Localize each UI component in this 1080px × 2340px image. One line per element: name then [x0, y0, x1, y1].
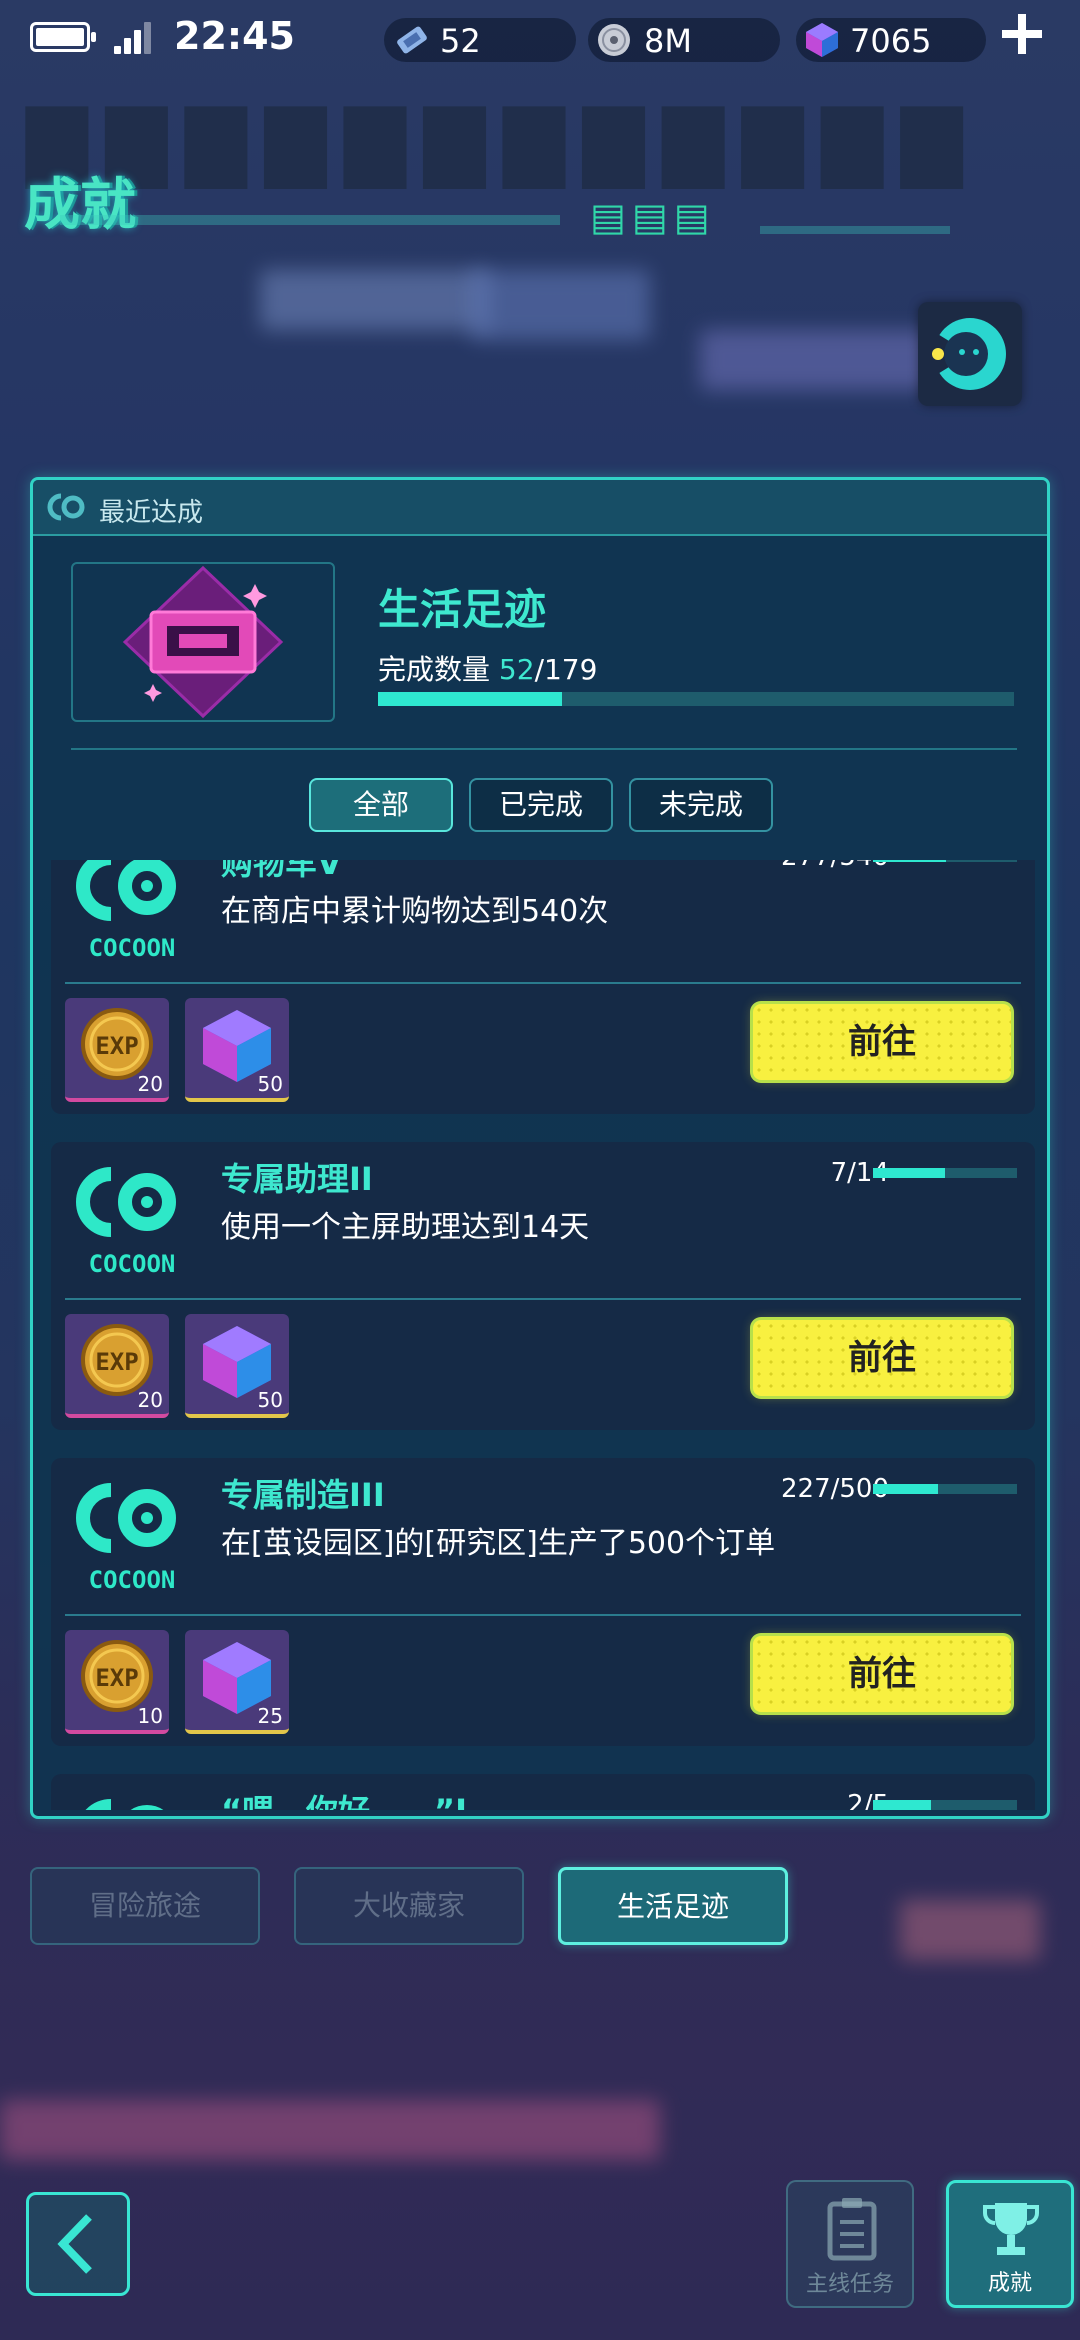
disc-icon	[598, 24, 630, 56]
completion-progress-bar	[378, 692, 1014, 706]
completion-count-total: /179	[534, 653, 598, 686]
ticket-resource[interactable]: 52	[384, 18, 576, 62]
tab-life-footprint[interactable]: 生活足迹	[558, 1867, 788, 1945]
achievement-name: 购物车V	[221, 860, 342, 882]
achievement-progress-bar	[873, 1800, 1017, 1810]
assistant-button[interactable]	[918, 302, 1022, 406]
achievement-progress-bar	[873, 860, 1017, 862]
achievements-button[interactable]: 成就	[946, 2180, 1074, 2308]
background-blur	[0, 2100, 660, 2160]
reward-quantity: 25	[257, 1704, 283, 1728]
completion-count-current: 52	[498, 653, 535, 686]
title-progress-line	[760, 226, 950, 234]
pacman-icon	[928, 318, 1006, 390]
go-button[interactable]: 前往	[753, 1004, 1011, 1080]
category-badge	[71, 562, 335, 722]
cassette-badge-icon	[122, 565, 284, 719]
recent-category-title: 生活足迹	[378, 585, 547, 634]
reward-exp[interactable]: EXP 20	[65, 998, 169, 1102]
main-quest-button[interactable]: 主线任务	[786, 2180, 914, 2308]
reward-quantity: 20	[137, 1388, 163, 1412]
card-divider	[65, 1614, 1021, 1616]
reward-exp[interactable]: EXP 20	[65, 1314, 169, 1418]
cocoon-small-icon	[47, 493, 85, 521]
achievement-list[interactable]: COCOON 购物车V在商店中累计购物达到540次277/540 EXP 20 …	[51, 860, 1035, 1810]
recent-header-label: 最近达成	[99, 498, 204, 528]
clipboard-icon	[827, 2198, 877, 2261]
panel-divider	[71, 748, 1017, 750]
cocoon-logo-icon: COCOON	[73, 860, 191, 964]
svg-text:COCOON: COCOON	[89, 1566, 176, 1594]
achievement-description: 在商店中累计购物达到540次	[221, 894, 609, 929]
filter-all[interactable]: 全部	[309, 778, 453, 832]
gem-resource[interactable]: 7065	[796, 18, 986, 62]
reward-gem[interactable]: 50	[185, 998, 289, 1102]
reward-gem[interactable]: 50	[185, 1314, 289, 1418]
filter-completed[interactable]: 已完成	[469, 778, 613, 832]
reward-quantity: 50	[257, 1388, 283, 1412]
add-currency-button[interactable]	[998, 10, 1046, 58]
go-button[interactable]: 前往	[753, 1320, 1011, 1396]
main-quest-label: 主线任务	[805, 2272, 894, 2297]
background-blur	[900, 1900, 1040, 1960]
tab-adventure[interactable]: 冒险旅途	[30, 1867, 260, 1945]
achievement-card: COCOON “喂，你好……”I2/5	[51, 1774, 1035, 1810]
gem-icon	[806, 23, 838, 57]
achievement-card: COCOON 专属制造III 在[茧设园区]的[研究区]生产了500个订单 227/…	[51, 1458, 1035, 1746]
card-divider	[65, 1298, 1021, 1300]
svg-text:COCOON: COCOON	[89, 934, 176, 962]
title-decoration-small: ▤▤▤	[590, 195, 716, 239]
achievement-name: 专属制造III	[221, 1476, 385, 1514]
trophy-icon	[983, 2203, 1039, 2255]
disc-resource[interactable]: 8M	[588, 18, 780, 62]
ticket-icon	[397, 26, 427, 54]
reward-exp[interactable]: EXP 10	[65, 1630, 169, 1734]
battery-icon	[30, 22, 96, 52]
filter-incomplete[interactable]: 未完成	[629, 778, 773, 832]
reward-gem[interactable]: 25	[185, 1630, 289, 1734]
completion-count-label: 完成数量	[378, 653, 491, 686]
svg-text:EXP: EXP	[95, 1664, 138, 1692]
cocoon-logo-icon: COCOON	[73, 1476, 191, 1596]
reward-quantity: 20	[137, 1072, 163, 1096]
go-button[interactable]: 前往	[753, 1636, 1011, 1712]
achievement-progress-bar	[873, 1484, 1017, 1494]
title-decoration: ▇▇▇▇▇▇▇▇▇▇▇▇	[26, 95, 981, 188]
page-title: 成就	[24, 173, 136, 238]
ticket-count: 52	[440, 22, 481, 60]
achievement-progress-bar	[873, 1168, 1017, 1178]
status-bar: 22:45 52 8M 7065	[0, 0, 1080, 76]
panel-header: 最近达成	[33, 480, 1047, 536]
reward-quantity: 50	[257, 1072, 283, 1096]
signal-icon	[114, 22, 151, 54]
clock: 22:45	[174, 14, 295, 58]
card-divider	[65, 982, 1021, 984]
background-blur	[260, 270, 490, 330]
achievement-card: COCOON 专属助理II 使用一个主屏助理达到14天 7/14 EXP 20 50…	[51, 1142, 1035, 1430]
title-underline	[60, 215, 560, 225]
reward-quantity: 10	[137, 1704, 163, 1728]
achievement-name: 专属助理II	[221, 1160, 373, 1198]
achievement-description: 在[茧设园区]的[研究区]生产了500个订单	[221, 1526, 776, 1561]
achievement-description: 使用一个主屏助理达到14天	[221, 1210, 590, 1245]
chevron-left-icon	[57, 2214, 92, 2274]
achievement-panel: 最近达成 生活足迹 完成数量 52/179 全部 已完成 未完成 COCOON …	[30, 477, 1050, 1819]
back-button[interactable]	[26, 2192, 130, 2296]
tab-collector[interactable]: 大收藏家	[294, 1867, 524, 1945]
achievement-name: “喂，你好……”I	[221, 1786, 467, 1810]
background-blur	[470, 270, 650, 340]
svg-text:COCOON: COCOON	[89, 1250, 176, 1278]
achievements-label: 成就	[987, 2271, 1032, 2296]
svg-text:EXP: EXP	[95, 1032, 138, 1060]
achievement-card: COCOON 购物车V在商店中累计购物达到540次277/540 EXP 20 …	[51, 860, 1035, 1114]
disc-count: 8M	[644, 22, 692, 60]
gem-count: 7065	[850, 22, 932, 60]
svg-text:EXP: EXP	[95, 1348, 138, 1376]
cocoon-logo-icon: COCOON	[73, 1160, 191, 1280]
completion-count: 完成数量 52/179	[378, 648, 597, 688]
cocoon-logo-icon: COCOON	[73, 1792, 191, 1810]
